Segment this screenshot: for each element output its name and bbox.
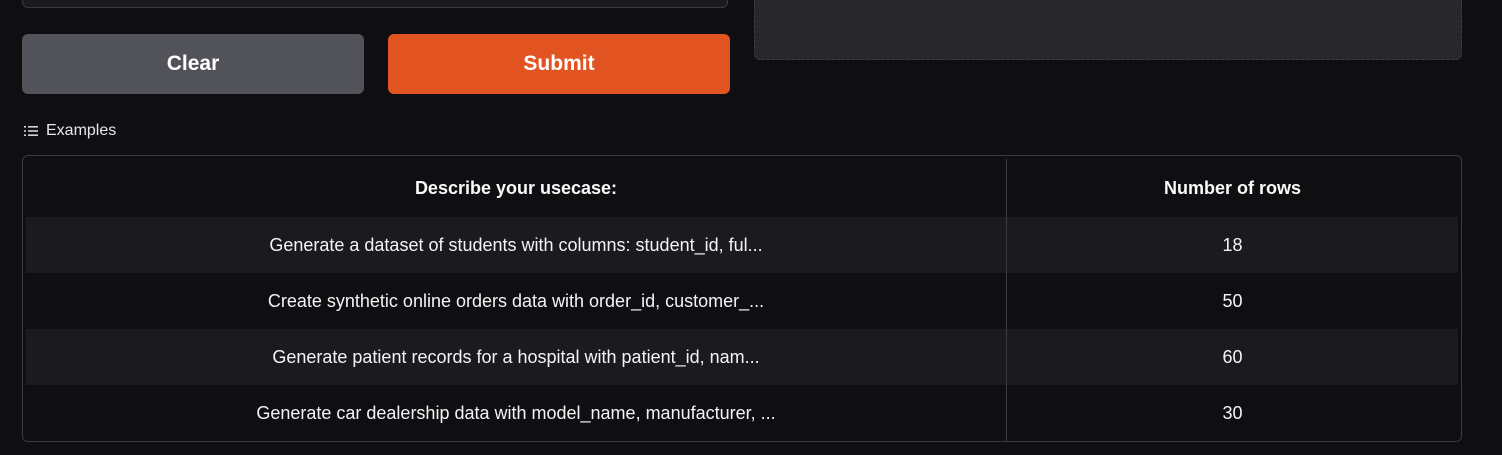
rows-cell: 50 [1222,290,1243,311]
table-header-row: Describe your usecase: Number of rows [26,159,1458,217]
rows-cell: 60 [1222,346,1243,367]
examples-table: Describe your usecase: Number of rows Ge… [22,155,1462,442]
list-icon [24,125,38,137]
examples-label: Examples [46,122,117,139]
usecase-cell: Create synthetic online orders data with… [26,273,1007,329]
rows-cell: 30 [1222,402,1243,423]
output-panel [754,0,1462,60]
table-row[interactable]: Generate car dealership data with model_… [26,385,1458,441]
app-page: Clear Submit Examples Describe your usec… [0,0,1502,455]
table-row[interactable]: Create synthetic online orders data with… [26,273,1458,329]
column-header-rows: Number of rows [1163,177,1301,198]
table-row[interactable]: Generate patient records for a hospital … [26,329,1458,385]
usecase-cell: Generate patient records for a hospital … [26,329,1007,385]
column-header-usecase: Describe your usecase: [26,159,1007,217]
submit-button[interactable]: Submit [388,34,730,94]
table-row[interactable]: Generate a dataset of students with colu… [26,217,1458,273]
examples-heading: Examples [24,121,116,141]
usecase-cell: Generate a dataset of students with colu… [26,217,1007,273]
usecase-input[interactable] [22,0,728,8]
usecase-cell: Generate car dealership data with model_… [26,385,1007,441]
rows-cell: 18 [1222,234,1243,255]
clear-button[interactable]: Clear [22,34,364,94]
